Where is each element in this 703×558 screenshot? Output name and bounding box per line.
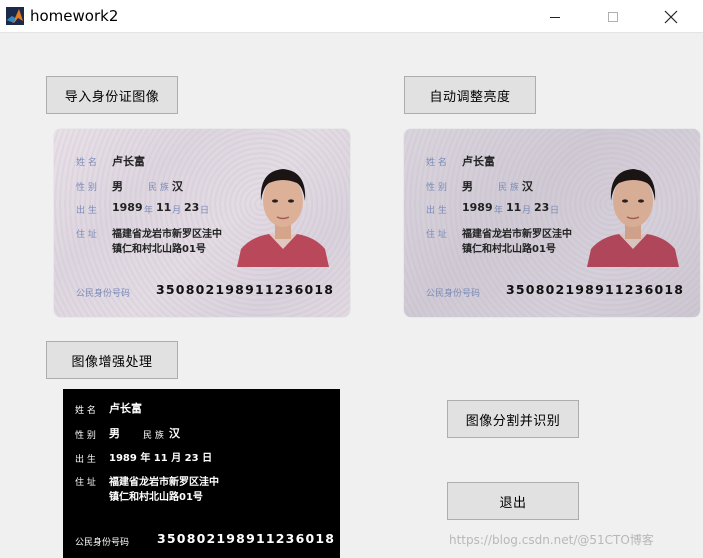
name-value: 卢长富 [109,402,142,415]
birth-label: 出 生 [426,206,447,216]
birth-label: 出 生 [76,206,97,216]
id-number: 350802198911236018 [156,282,335,297]
month-label: 月 [522,206,532,216]
id-number: 350802198911236018 [506,282,685,297]
ethnicity-label: 民 族 [498,183,519,193]
birth-year: 1989 [112,201,143,214]
sex-label: 性 别 [76,183,97,193]
address-line1: 福建省龙岩市新罗区洼中 [109,477,219,488]
birth-month: 11 [506,201,522,214]
sex-value: 男 [112,180,123,193]
portrait-photo [237,169,329,267]
ethnicity-value: 汉 [169,427,180,440]
year-label: 年 [494,206,504,216]
brightness-adjusted-id-card-image: 姓 名 卢长富 性 别 男 民 族 汉 出 生 1989 年 11 月 23 日… [404,129,700,317]
address-line2: 镇仁和村北山路01号 [462,244,556,255]
address-label: 住 址 [75,478,96,488]
close-button[interactable] [648,0,694,33]
address-label: 住 址 [76,230,97,240]
minimize-icon [550,16,560,18]
address-line1: 福建省龙岩市新罗区洼中 [462,229,572,240]
birth-label: 出 生 [75,455,96,465]
sex-label: 性 别 [426,183,447,193]
auto-brightness-button[interactable]: 自动调整亮度 [404,76,536,114]
sex-value: 男 [109,427,120,440]
month-label: 月 [172,206,182,216]
year-label: 年 [144,206,154,216]
name-label: 姓 名 [75,406,96,416]
close-icon [664,10,678,23]
matlab-icon [6,7,24,25]
id-number-label: 公民身份号码 [75,538,130,548]
title-bar[interactable]: homework2 [0,0,703,33]
day-label: 日 [550,206,560,216]
ethnicity-label: 民 族 [143,431,164,441]
import-id-card-button[interactable]: 导入身份证图像 [46,76,178,114]
original-id-card-image: 姓 名 卢长富 性 别 男 民 族 汉 出 生 1989 年 11 月 23 日… [54,129,350,317]
name-label: 姓 名 [426,158,447,168]
day-label: 日 [200,206,210,216]
maximize-button[interactable] [590,0,636,33]
id-number: 350802198911236018 [157,531,336,546]
birth-year: 1989 [462,201,493,214]
address-label: 住 址 [426,230,447,240]
exit-button[interactable]: 退出 [447,482,579,520]
ethnicity-value: 汉 [522,180,533,193]
sex-value: 男 [462,180,473,193]
address-line1: 福建省龙岩市新罗区洼中 [112,229,222,240]
segment-recognize-button[interactable]: 图像分割并识别 [447,400,579,438]
name-value: 卢长富 [462,155,495,168]
address-line2: 镇仁和村北山路01号 [109,492,203,503]
address-line2: 镇仁和村北山路01号 [112,244,206,255]
minimize-button[interactable] [532,0,578,33]
enhanced-binary-image: 姓 名 卢长富 性 别 男 民 族 汉 出 生 1989 年 11 月 23 日… [63,389,340,558]
id-number-label: 公民身份号码 [426,289,481,299]
name-label: 姓 名 [76,158,97,168]
watermark: https://blog.csdn.net/@51CTO博客 [449,533,654,547]
portrait-photo [587,169,679,267]
ethnicity-value: 汉 [172,180,183,193]
image-enhance-button[interactable]: 图像增强处理 [46,341,178,379]
name-value: 卢长富 [112,155,145,168]
birth-day: 23 [534,201,550,214]
birth-day: 23 [184,201,200,214]
sex-label: 性 别 [75,431,96,441]
id-number-label: 公民身份号码 [76,289,131,299]
birth-month: 11 [156,201,172,214]
ethnicity-label: 民 族 [148,183,169,193]
window-title: homework2 [30,7,119,25]
maximize-icon [608,11,618,22]
birth-value: 1989 年 11 月 23 日 [109,453,213,464]
